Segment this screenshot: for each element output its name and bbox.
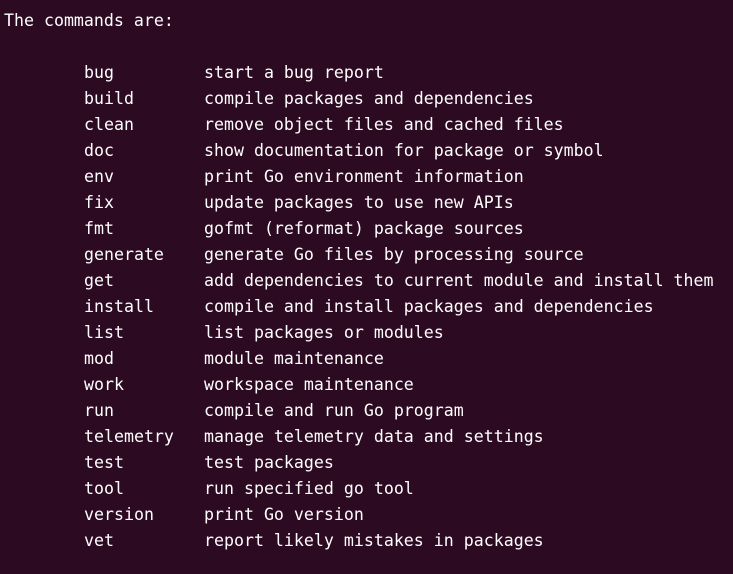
command-description: compile and install packages and depende… bbox=[204, 297, 654, 316]
command-name: generate bbox=[84, 245, 164, 264]
command-row: install compile and install packages and … bbox=[4, 294, 733, 320]
command-description: add dependencies to current module and i… bbox=[204, 271, 714, 290]
command-description: test packages bbox=[204, 453, 334, 472]
command-name: clean bbox=[84, 115, 134, 134]
command-name: work bbox=[84, 375, 124, 394]
command-row: test test packages bbox=[4, 450, 733, 476]
command-row: build compile packages and dependencies bbox=[4, 86, 733, 112]
commands-heading: The commands are: bbox=[4, 11, 174, 30]
command-description: update packages to use new APIs bbox=[204, 193, 514, 212]
command-row: telemetry manage telemetry data and setti… bbox=[4, 424, 733, 450]
command-description: list packages or modules bbox=[204, 323, 444, 342]
command-description: module maintenance bbox=[204, 349, 384, 368]
command-row: fmt gofmt (reformat) package sources bbox=[4, 216, 733, 242]
command-row: work workspace maintenance bbox=[4, 372, 733, 398]
command-description: generate Go files by processing source bbox=[204, 245, 584, 264]
command-description: start a bug report bbox=[204, 63, 384, 82]
command-name: run bbox=[84, 401, 114, 420]
command-description: compile and run Go program bbox=[204, 401, 464, 420]
command-row: vet report likely mistakes in packages bbox=[4, 528, 733, 554]
command-name: get bbox=[84, 271, 114, 290]
command-row: get add dependencies to current module an… bbox=[4, 268, 733, 294]
command-row: fix update packages to use new APIs bbox=[4, 190, 733, 216]
command-row: version print Go version bbox=[4, 502, 733, 528]
command-description: print Go environment information bbox=[204, 167, 524, 186]
command-description: remove object files and cached files bbox=[204, 115, 564, 134]
command-row: env print Go environment information bbox=[4, 164, 733, 190]
command-description: print Go version bbox=[204, 505, 364, 524]
command-name: list bbox=[84, 323, 124, 342]
command-name: build bbox=[84, 89, 134, 108]
command-row: generate generate Go files by processing … bbox=[4, 242, 733, 268]
command-name: bug bbox=[84, 63, 114, 82]
command-description: workspace maintenance bbox=[204, 375, 414, 394]
command-row: mod module maintenance bbox=[4, 346, 733, 372]
command-name: fix bbox=[84, 193, 114, 212]
command-row: tool run specified go tool bbox=[4, 476, 733, 502]
terminal-output[interactable]: The commands are: bug start a bug report b… bbox=[0, 0, 733, 574]
command-name: tool bbox=[84, 479, 124, 498]
command-description: run specified go tool bbox=[204, 479, 414, 498]
command-name: vet bbox=[84, 531, 114, 550]
command-description: compile packages and dependencies bbox=[204, 89, 534, 108]
command-name: version bbox=[84, 505, 154, 524]
command-name: mod bbox=[84, 349, 114, 368]
command-description: manage telemetry data and settings bbox=[204, 427, 544, 446]
command-name: install bbox=[84, 297, 154, 316]
command-row: run compile and run Go program bbox=[4, 398, 733, 424]
command-row: bug start a bug report bbox=[4, 60, 733, 86]
command-description: show documentation for package or symbol bbox=[204, 141, 604, 160]
command-name: telemetry bbox=[84, 427, 174, 446]
command-row: doc show documentation for package or sym… bbox=[4, 138, 733, 164]
command-name: test bbox=[84, 453, 124, 472]
command-name: fmt bbox=[84, 219, 114, 238]
command-description: gofmt (reformat) package sources bbox=[204, 219, 524, 238]
command-name: env bbox=[84, 167, 114, 186]
command-list: bug start a bug report build compile packag… bbox=[4, 60, 733, 554]
command-description: report likely mistakes in packages bbox=[204, 531, 544, 550]
command-row: clean remove object files and cached file… bbox=[4, 112, 733, 138]
command-row: list list packages or modules bbox=[4, 320, 733, 346]
command-name: doc bbox=[84, 141, 114, 160]
